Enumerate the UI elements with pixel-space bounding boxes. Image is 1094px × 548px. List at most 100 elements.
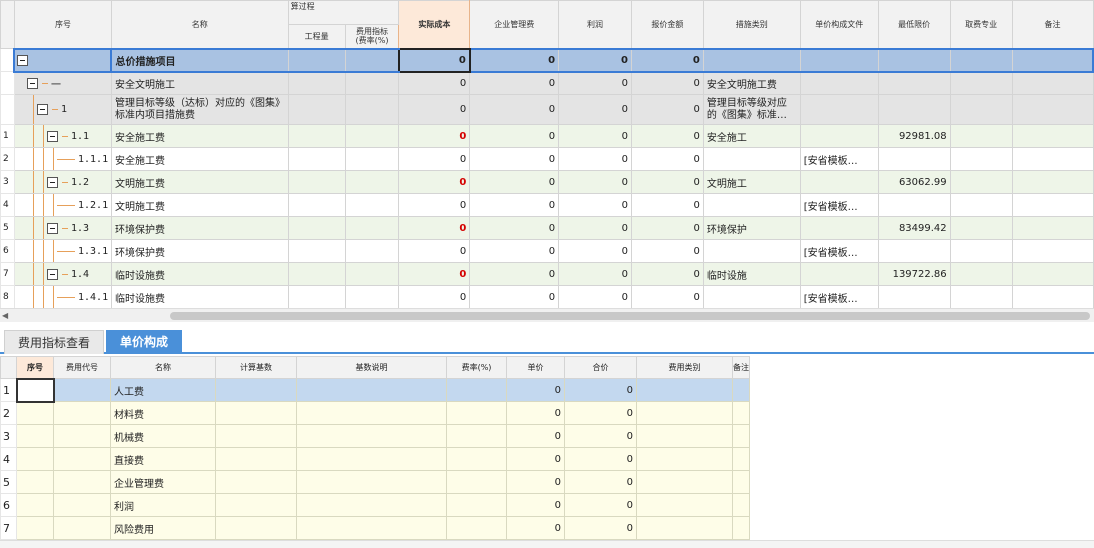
item-name[interactable]: 安全文明施工 xyxy=(110,71,289,95)
unit-price-file-cell[interactable]: [安省模板… xyxy=(799,285,879,309)
remark-cell[interactable] xyxy=(1011,147,1094,171)
category-cell[interactable]: 临时设施 xyxy=(702,262,801,286)
table-row[interactable]: 2 1.1.1 安全施工费 0 0 0 0 [安省模板… xyxy=(0,147,1094,171)
mgmt-fee-cell[interactable]: 0 xyxy=(469,285,560,309)
collapse-icon[interactable] xyxy=(26,77,38,89)
base-cell[interactable] xyxy=(215,378,297,402)
table-row[interactable]: 一安全文明施工 0 0 0 0 安全文明施工费 xyxy=(0,71,1094,95)
actual-cost-cell[interactable]: 0 xyxy=(398,71,471,95)
profit-cell[interactable]: 0 xyxy=(558,124,632,148)
collapse-icon[interactable] xyxy=(46,130,58,142)
remark-cell[interactable] xyxy=(732,401,750,425)
actual-cost-cell[interactable]: 0 xyxy=(398,124,471,148)
unit-price-cell[interactable]: 0 xyxy=(506,516,565,540)
rate-cell[interactable] xyxy=(344,193,400,217)
min-price-cell[interactable]: 83499.42 xyxy=(877,216,951,240)
unit-price-cell[interactable]: 0 xyxy=(506,401,565,425)
category-cell[interactable]: 环境保护 xyxy=(702,216,801,240)
min-price-cell[interactable] xyxy=(877,71,951,95)
specialty-cell[interactable] xyxy=(949,47,1013,73)
min-price-cell[interactable] xyxy=(877,193,951,217)
mgmt-fee-cell[interactable]: 0 xyxy=(469,216,560,240)
seq-cell[interactable]: 1.1 xyxy=(13,124,112,148)
min-price-cell[interactable] xyxy=(877,47,951,73)
header-seq[interactable]: 序号 xyxy=(16,356,54,379)
unit-price-cell[interactable]: 0 xyxy=(506,470,565,494)
fee-name-cell[interactable]: 人工费 xyxy=(110,378,216,402)
unit-price-cell[interactable]: 0 xyxy=(506,447,565,471)
header-name[interactable]: 名称 xyxy=(110,356,216,379)
item-name[interactable]: 环境保护费 xyxy=(110,239,289,263)
actual-cost-cell[interactable]: 0 xyxy=(398,94,471,125)
base-desc-cell[interactable] xyxy=(296,516,447,540)
fee-type-cell[interactable] xyxy=(636,447,733,471)
actual-cost-cell[interactable]: 0 xyxy=(398,216,471,240)
actual-cost-cell[interactable]: 0 xyxy=(398,193,471,217)
profit-cell[interactable]: 0 xyxy=(558,170,632,194)
remark-cell[interactable] xyxy=(1011,170,1094,194)
specialty-cell[interactable] xyxy=(949,170,1013,194)
specialty-cell[interactable] xyxy=(949,71,1013,95)
category-cell[interactable]: 文明施工 xyxy=(702,170,801,194)
table-row[interactable]: 3 机械费 0 0 xyxy=(0,424,750,448)
fee-name-cell[interactable]: 风险费用 xyxy=(110,516,216,540)
base-desc-cell[interactable] xyxy=(296,493,447,517)
header-base[interactable]: 计算基数 xyxy=(215,356,297,379)
horizontal-scrollbar[interactable]: ◀ xyxy=(0,308,1094,322)
fee-code-cell[interactable] xyxy=(53,470,111,494)
header-unit-price-file[interactable]: 单价构成文件 xyxy=(799,0,879,49)
unit-price-file-cell[interactable] xyxy=(799,124,879,148)
table-row[interactable]: 8 1.4.1 临时设施费 0 0 0 0 [安省模板… xyxy=(0,285,1094,309)
unit-price-file-cell[interactable]: [安省模板… xyxy=(799,193,879,217)
table-row[interactable]: 4 1.2.1 文明施工费 0 0 0 0 [安省模板… xyxy=(0,193,1094,217)
remark-cell[interactable] xyxy=(1011,193,1094,217)
fee-type-cell[interactable] xyxy=(636,424,733,448)
rate-cell[interactable] xyxy=(344,94,400,125)
header-actual-cost[interactable]: 实际成本 xyxy=(398,0,471,49)
rate-cell[interactable] xyxy=(344,47,400,73)
quote-cell[interactable]: 0 xyxy=(630,147,704,171)
min-price-cell[interactable] xyxy=(877,147,951,171)
quote-cell[interactable]: 0 xyxy=(630,170,704,194)
header-mgmt-fee[interactable]: 企业管理费 xyxy=(469,0,560,49)
quantity-cell[interactable] xyxy=(287,285,346,309)
scroll-left-icon[interactable]: ◀ xyxy=(2,311,8,320)
header-quote[interactable]: 报价金额 xyxy=(630,0,704,49)
table-row[interactable]: 6 1.3.1 环境保护费 0 0 0 0 [安省模板… xyxy=(0,239,1094,263)
mgmt-fee-cell[interactable]: 0 xyxy=(469,71,560,95)
header-name[interactable]: 名称 xyxy=(110,0,289,49)
min-price-cell[interactable] xyxy=(877,239,951,263)
actual-cost-cell[interactable]: 0 xyxy=(398,262,471,286)
remark-cell[interactable] xyxy=(732,493,750,517)
total-cell[interactable]: 0 xyxy=(564,493,637,517)
total-cell[interactable]: 0 xyxy=(564,516,637,540)
mgmt-fee-cell[interactable]: 0 xyxy=(469,47,560,73)
unit-price-file-cell[interactable] xyxy=(799,170,879,194)
category-cell[interactable] xyxy=(702,285,801,309)
collapse-icon[interactable] xyxy=(36,104,48,115)
quote-cell[interactable]: 0 xyxy=(630,47,704,73)
item-name[interactable]: 环境保护费 xyxy=(110,216,289,240)
remark-cell[interactable] xyxy=(732,424,750,448)
quantity-cell[interactable] xyxy=(287,124,346,148)
fee-name-cell[interactable]: 利润 xyxy=(110,493,216,517)
total-cell[interactable]: 0 xyxy=(564,447,637,471)
min-price-cell[interactable]: 139722.86 xyxy=(877,262,951,286)
actual-cost-cell[interactable]: 0 xyxy=(398,285,471,309)
quantity-cell[interactable] xyxy=(287,170,346,194)
seq-cell[interactable] xyxy=(16,470,54,494)
seq-cell[interactable]: 一 xyxy=(13,71,112,95)
seq-cell[interactable]: 1.4 xyxy=(13,262,112,286)
base-desc-cell[interactable] xyxy=(296,470,447,494)
category-cell[interactable] xyxy=(702,239,801,263)
fee-code-cell[interactable] xyxy=(53,493,111,517)
quantity-cell[interactable] xyxy=(287,71,346,95)
remark-cell[interactable] xyxy=(1011,71,1094,95)
fee-code-cell[interactable] xyxy=(53,401,111,425)
profit-cell[interactable]: 0 xyxy=(558,71,632,95)
header-profit[interactable]: 利润 xyxy=(558,0,632,49)
rate-cell[interactable] xyxy=(344,71,400,95)
item-name[interactable]: 临时设施费 xyxy=(110,262,289,286)
remark-cell[interactable] xyxy=(732,470,750,494)
header-total[interactable]: 合价 xyxy=(564,356,637,379)
